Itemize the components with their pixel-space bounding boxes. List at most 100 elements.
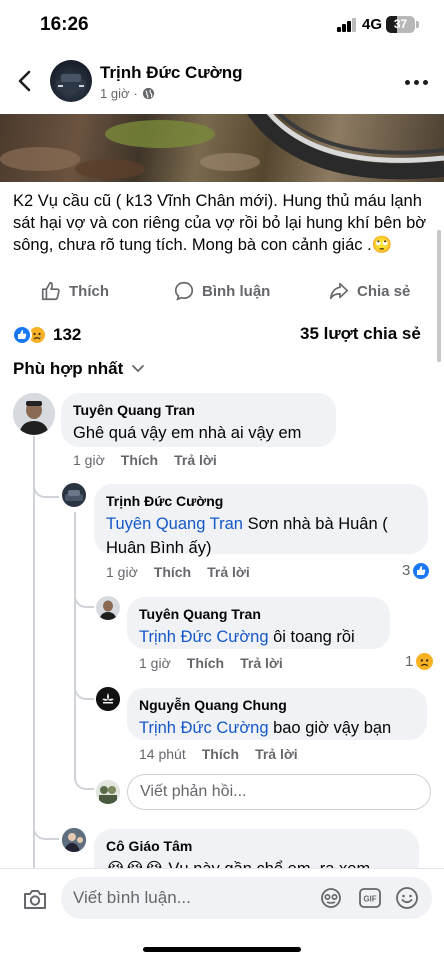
chevron-left-icon: [18, 70, 31, 92]
comment-meta: 1 giờ Thích Trả lời: [139, 655, 283, 671]
home-indicator[interactable]: [143, 947, 301, 952]
comment-placeholder: Viết bình luận...: [73, 888, 191, 907]
commenter-avatar[interactable]: [62, 483, 86, 507]
thread-connector: [74, 682, 94, 700]
like-button[interactable]: Thích: [40, 280, 109, 302]
comment-like-button[interactable]: Thích: [121, 452, 158, 468]
comment-icon: [174, 281, 194, 301]
person-icon: [96, 780, 120, 804]
more-icon: [405, 79, 410, 85]
thread-connector: [33, 480, 59, 498]
comment-meta: 1 giờ Thích Trả lời: [73, 452, 217, 468]
author-name[interactable]: Trịnh Đức Cường: [100, 63, 242, 83]
commenter-avatar[interactable]: [96, 596, 120, 620]
comment-time[interactable]: 1 giờ: [106, 564, 138, 580]
svg-text:GIF: GIF: [363, 895, 376, 904]
comment-text: Trịnh Đức Cường ôi toang rồi: [139, 628, 355, 646]
avatar-sticker-button[interactable]: [319, 886, 343, 910]
share-count[interactable]: 35 lượt chia sẻ: [300, 324, 421, 344]
post-photo[interactable]: [0, 114, 444, 182]
thumbs-up-icon: [41, 281, 60, 301]
comment-reply-button[interactable]: Trả lời: [255, 746, 298, 762]
comment-sort-dropdown[interactable]: Phù hợp nhất: [13, 359, 145, 379]
back-button[interactable]: [12, 66, 38, 96]
my-avatar: [96, 780, 120, 804]
car-icon: [56, 74, 86, 90]
smile-icon: [396, 887, 418, 909]
comment-text: Trịnh Đức Cường bao giờ vậy bạn: [139, 719, 392, 737]
reaction-summary[interactable]: 132: [12, 324, 81, 346]
post-actions: Thích Bình luận Chia sẻ: [0, 280, 444, 306]
chevron-down-icon: [132, 365, 145, 373]
more-options-button[interactable]: [405, 72, 433, 92]
camera-button[interactable]: [22, 887, 48, 911]
car-icon: [65, 490, 83, 501]
reaction-count: 132: [53, 325, 82, 344]
comment-time[interactable]: 1 giờ: [139, 655, 171, 671]
post-time[interactable]: 1 giờ: [100, 86, 130, 101]
comment-reply-button[interactable]: Trả lời: [207, 564, 250, 580]
comment-text: Ghê quá vậy em nhà ai vậy em: [73, 424, 302, 442]
status-time: 16:26: [40, 14, 89, 35]
comment-reactions[interactable]: 1: [405, 653, 434, 670]
commenter-name[interactable]: Nguyễn Quang Chung: [139, 696, 415, 714]
commenter-avatar[interactable]: [13, 393, 55, 435]
comment-text: Tuyên Quang Tran Sơn nhà bà Huân ( Huân …: [106, 515, 388, 557]
mention-link[interactable]: Tuyên Quang Tran: [106, 515, 243, 533]
thread-connector: [74, 590, 94, 608]
comment-time[interactable]: 1 giờ: [73, 452, 105, 468]
commenter-name[interactable]: Tuyên Quang Tran: [139, 605, 378, 623]
status-bar: 16:26 4G 37: [0, 0, 444, 50]
comment-composer: Viết bình luận... GIF: [0, 868, 444, 960]
comment-meta: 14 phút Thích Trả lời: [139, 746, 298, 762]
battery-icon: 37: [386, 16, 415, 33]
battery-cap: [416, 21, 419, 28]
mention-link[interactable]: Trịnh Đức Cường: [139, 628, 269, 646]
comment-reaction-count: 1: [405, 653, 414, 670]
emoji-button[interactable]: [395, 886, 419, 910]
author-avatar[interactable]: [50, 60, 92, 102]
avatar-sticker-icon: [321, 888, 341, 908]
thread-line: [33, 496, 35, 868]
sad-reaction-icon: [416, 653, 434, 670]
comment-bubble[interactable]: Nguyễn Quang Chung Trịnh Đức Cường bao g…: [127, 688, 427, 740]
comment-bubble[interactable]: Trịnh Đức Cường Tuyên Quang Tran Sơn nhà…: [94, 484, 428, 557]
sort-label: Phù hợp nhất: [13, 359, 124, 378]
commenter-avatar[interactable]: [62, 828, 86, 852]
scrollbar[interactable]: [437, 230, 441, 362]
person-icon: [13, 393, 55, 435]
comment-reply-button[interactable]: Trả lời: [240, 655, 283, 671]
comment-bubble[interactable]: Tuyên Quang Tran Trịnh Đức Cường ôi toan…: [127, 597, 390, 649]
comment-meta: 1 giờ Thích Trả lời: [106, 564, 250, 580]
share-icon: [329, 282, 349, 300]
gif-button[interactable]: GIF: [358, 886, 382, 910]
comment-input[interactable]: Viết bình luận... GIF: [61, 877, 432, 919]
thread-connector: [33, 822, 59, 840]
like-reaction-icon: [413, 562, 430, 579]
share-label: Chia sẻ: [357, 282, 411, 300]
post-text: K2 Vụ cầu cũ ( k13 Vĩnh Chân mới). Hung …: [13, 192, 427, 254]
commenter-avatar[interactable]: [96, 687, 120, 711]
comment-like-button[interactable]: Thích: [154, 564, 191, 580]
comment-reactions[interactable]: 3: [402, 562, 430, 579]
thread-connector: [74, 772, 94, 790]
commenter-name[interactable]: Tuyên Quang Tran: [73, 401, 324, 419]
thread-line: [74, 512, 76, 778]
comment-like-button[interactable]: Thích: [187, 655, 224, 671]
mention-link[interactable]: Trịnh Đức Cường: [139, 719, 269, 737]
globe-icon: [142, 87, 154, 100]
comment-label: Bình luận: [202, 282, 271, 300]
network-label: 4G: [362, 16, 383, 33]
comment-button[interactable]: Bình luận: [173, 280, 270, 302]
share-button[interactable]: Chia sẻ: [328, 280, 410, 302]
person-icon: [62, 828, 86, 852]
comment-time[interactable]: 14 phút: [139, 746, 186, 762]
commenter-name[interactable]: Cô Giáo Tâm: [106, 837, 407, 855]
reply-input[interactable]: Viết phản hồi...: [127, 774, 431, 810]
comment-reply-button[interactable]: Trả lời: [174, 452, 217, 468]
comment-bubble[interactable]: Tuyên Quang Tran Ghê quá vậy em nhà ai v…: [61, 393, 336, 447]
commenter-name[interactable]: Trịnh Đức Cường: [106, 492, 416, 510]
post-header: Trịnh Đức Cường 1 giờ ·: [0, 50, 444, 114]
gif-icon: GIF: [359, 888, 381, 908]
comment-like-button[interactable]: Thích: [202, 746, 239, 762]
